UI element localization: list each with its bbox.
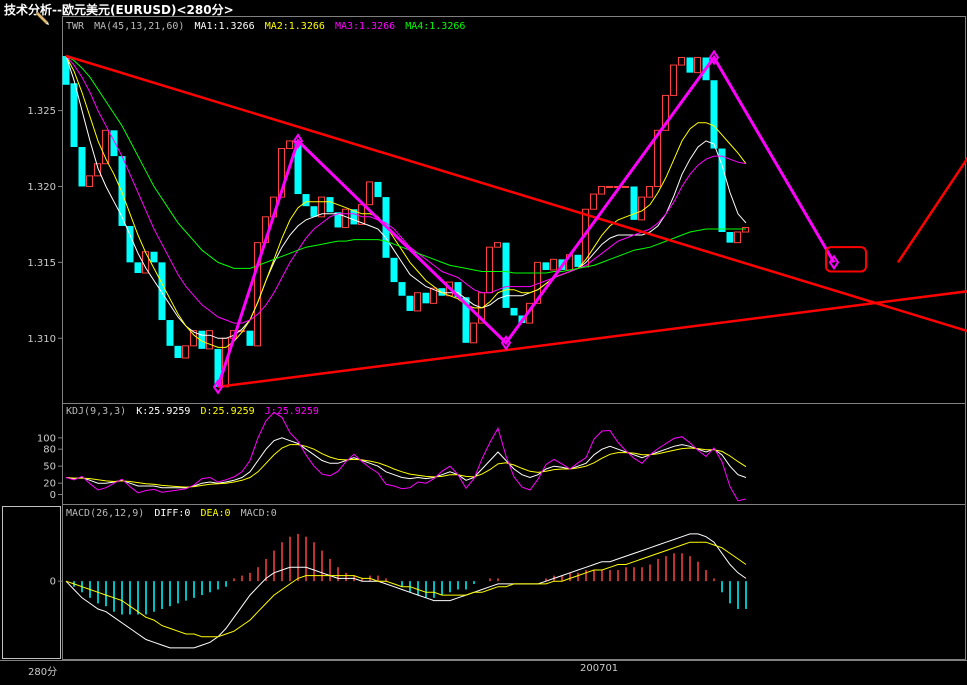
period-label: 280分: [28, 667, 58, 678]
candle-down: [422, 292, 430, 304]
legend-twr: TWR: [66, 21, 85, 32]
candle-down: [390, 257, 398, 283]
chart-canvas[interactable]: 1.3251.3201.3151.31010080502000: [0, 0, 967, 681]
candle-down: [166, 320, 174, 346]
candle-down: [110, 130, 118, 157]
candle-down: [126, 225, 134, 263]
y-tick-label: 80: [43, 445, 56, 456]
y-tick-label: 1.320: [27, 182, 56, 193]
candle-down: [158, 262, 166, 321]
candle-down: [502, 242, 510, 308]
kdj-legend: KDJ(9,3,3) K:25.9259 D:25.9259 J:25.9259: [66, 406, 323, 417]
legend-k: K:25.9259: [136, 406, 191, 417]
legend-dea: DEA:0: [200, 508, 231, 519]
candle-down: [510, 307, 518, 316]
candle-down: [118, 156, 126, 226]
y-tick-label: 20: [43, 479, 56, 490]
candle-up: [606, 185, 613, 188]
legend-macd-value: MACD:0: [240, 508, 277, 519]
legend-ma2: MA2:1.3266: [264, 21, 325, 32]
candle-down: [246, 330, 254, 346]
y-tick-label: 100: [37, 433, 56, 444]
y-tick-label: 1.310: [27, 334, 56, 345]
candle-down: [374, 181, 382, 198]
legend-ma1: MA1:1.3266: [194, 21, 255, 32]
legend-kdj: KDJ(9,3,3): [66, 406, 127, 417]
candle-down: [134, 262, 142, 273]
legend-macd: MACD(26,12,9): [66, 508, 145, 519]
candle-down: [710, 80, 718, 149]
candle-down: [310, 206, 318, 217]
candle-down: [302, 194, 310, 207]
y-tick-label: 1.325: [27, 106, 56, 117]
y-tick-label: 50: [43, 462, 56, 473]
macd-legend: MACD(26,12,9) DIFF:0 DEA:0 MACD:0: [66, 508, 281, 519]
candle-down: [150, 251, 158, 263]
legend-ma-params: MA(45,13,21,60): [94, 21, 185, 32]
candle-down: [718, 148, 726, 233]
main-legend: TWR MA(45,13,21,60) MA1:1.3266 MA2:1.326…: [66, 21, 469, 32]
legend-j: J:25.9259: [264, 406, 319, 417]
chart-root: 1.325 1.320 1.315 1.310 100 80 50 20 0 0 技术分析--欧元…: [0, 0, 967, 681]
candle-down: [70, 83, 78, 148]
y-tick-label: 0: [50, 577, 56, 588]
candle-down: [174, 345, 182, 358]
candle-down: [686, 57, 694, 73]
legend-ma3: MA3:1.3266: [334, 21, 396, 32]
legend-diff: DIFF:0: [154, 508, 191, 519]
y-tick-label: 1.315: [27, 258, 56, 269]
candle-down: [326, 197, 334, 213]
legend-ma4: MA4:1.3266: [405, 21, 466, 32]
candle-down: [406, 295, 414, 311]
candle-down: [398, 282, 406, 296]
candle-down: [78, 147, 86, 187]
candle-up: [622, 185, 629, 188]
candle-down: [726, 232, 734, 243]
pencil-cursor-icon: [36, 11, 49, 25]
date-label: 200701: [580, 663, 619, 674]
y-tick-label: 0: [50, 490, 56, 501]
legend-d: D:25.9259: [200, 406, 255, 417]
candle-down: [542, 262, 550, 270]
